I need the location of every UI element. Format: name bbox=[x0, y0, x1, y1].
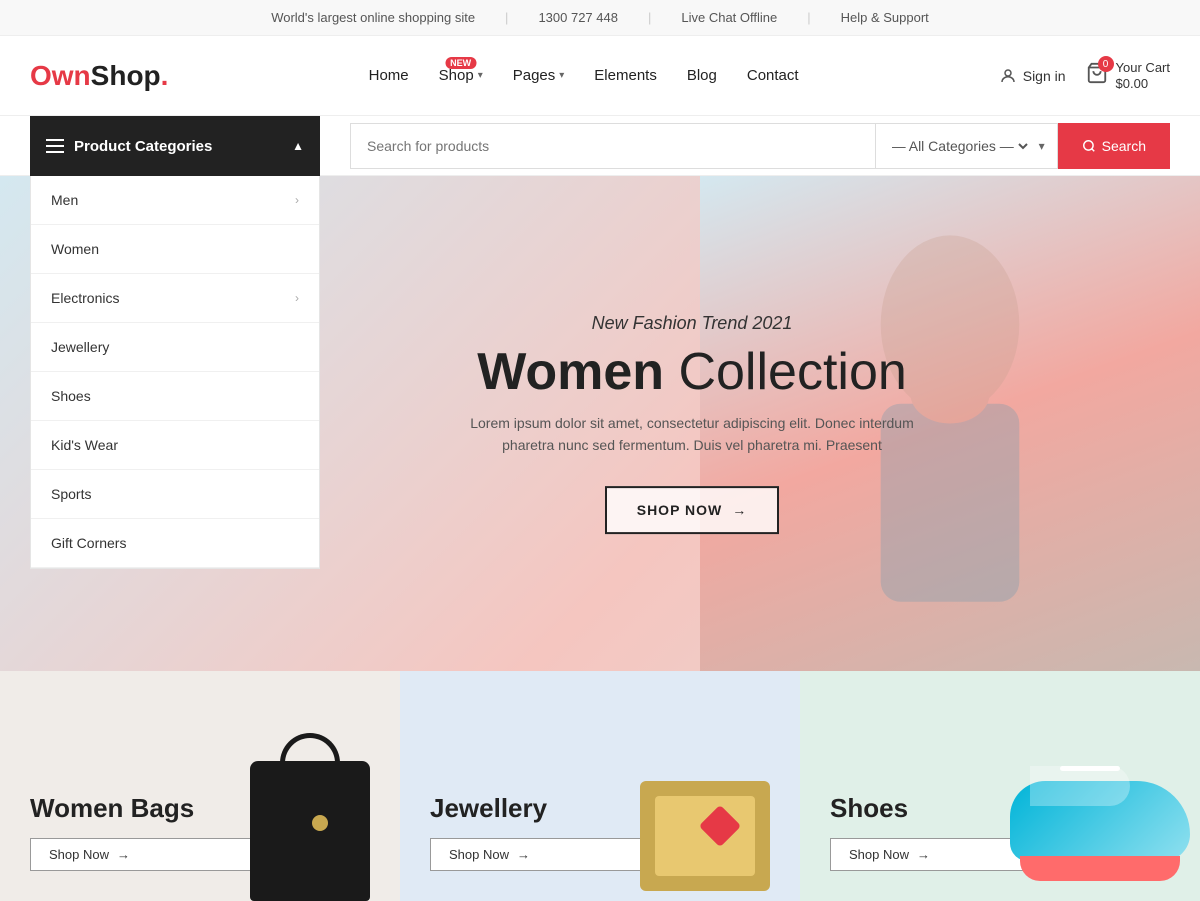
nav-home[interactable]: Home bbox=[369, 67, 409, 84]
sidebar-item-sports[interactable]: Sports bbox=[31, 470, 319, 519]
cart-text: Your Cart $0.00 bbox=[1116, 60, 1170, 91]
hamburger-icon bbox=[46, 139, 64, 153]
feature-cards: Women Bags Shop Now → Jewellery Shop Now… bbox=[0, 671, 1200, 901]
nav-pages[interactable]: Pages ▾ bbox=[513, 67, 565, 84]
cart-button[interactable]: 0 Your Cart $0.00 bbox=[1086, 60, 1170, 91]
top-bar-help: Help & Support bbox=[841, 10, 929, 25]
cart-count-badge: 0 bbox=[1098, 56, 1114, 72]
sidebar-item-label: Kid's Wear bbox=[51, 437, 118, 453]
feature-card-jewellery: Jewellery Shop Now → bbox=[400, 671, 800, 901]
arrow-right-icon: → bbox=[917, 847, 930, 862]
chevron-right-icon: › bbox=[295, 193, 299, 207]
hero-description: Lorem ipsum dolor sit amet, consectetur … bbox=[462, 412, 922, 457]
logo-own: Own bbox=[30, 60, 91, 92]
sidebar-menu: Men › Women Electronics › Jewellery Shoe… bbox=[30, 176, 320, 569]
sidebar-title: Product Categories bbox=[74, 138, 212, 155]
bag-decoration bbox=[240, 721, 380, 901]
category-select[interactable]: — All Categories — bbox=[888, 137, 1031, 155]
cart-label: Your Cart bbox=[1116, 60, 1170, 76]
feature-card-bags-cta: Shop Now bbox=[49, 847, 109, 862]
feature-card-jewellery-cta: Shop Now bbox=[449, 847, 509, 862]
feature-card-bags: Women Bags Shop Now → bbox=[0, 671, 400, 901]
new-badge: NEW bbox=[445, 57, 476, 69]
sidebar-item-label: Men bbox=[51, 192, 78, 208]
shop-chevron-icon: ▾ bbox=[478, 70, 483, 81]
sign-in-label: Sign in bbox=[1023, 68, 1066, 84]
top-bar-phone: 1300 727 448 bbox=[538, 10, 618, 25]
sidebar-item-label: Women bbox=[51, 241, 99, 257]
hero-subtitle: New Fashion Trend 2021 bbox=[462, 313, 922, 334]
category-chevron-icon: ▾ bbox=[1039, 139, 1045, 153]
shoe-decoration bbox=[1010, 731, 1200, 891]
sidebar-item-label: Jewellery bbox=[51, 339, 109, 355]
nav-contact[interactable]: Contact bbox=[747, 67, 799, 84]
sidebar-item-giftcorners[interactable]: Gift Corners bbox=[31, 519, 319, 568]
search-button-label: Search bbox=[1102, 138, 1146, 154]
nav-elements[interactable]: Elements bbox=[594, 67, 657, 84]
sign-in-button[interactable]: Sign in bbox=[999, 67, 1066, 85]
hero-title-normal: Collection bbox=[664, 343, 907, 401]
nav-pages-link[interactable]: Pages bbox=[513, 67, 556, 84]
search-input-wrap bbox=[350, 123, 876, 169]
logo[interactable]: Own Shop . bbox=[30, 60, 168, 92]
feature-card-shoes: Shoes Shop Now → bbox=[800, 671, 1200, 901]
cart-icon-wrap: 0 bbox=[1086, 62, 1108, 89]
header: Own Shop . Home NEW Shop ▾ Pages ▾ Eleme… bbox=[0, 36, 1200, 116]
nav-blog[interactable]: Blog bbox=[687, 67, 717, 84]
arrow-right-icon: → bbox=[517, 847, 530, 862]
top-bar-tagline: World's largest online shopping site bbox=[271, 10, 475, 25]
category-sidebar: Product Categories ▲ Men › Women Electro… bbox=[30, 116, 320, 569]
main-nav: Home NEW Shop ▾ Pages ▾ Elements Blog Co… bbox=[369, 67, 799, 84]
sidebar-item-shoes[interactable]: Shoes bbox=[31, 372, 319, 421]
jewellery-decoration bbox=[640, 741, 790, 891]
nav-shop[interactable]: NEW Shop ▾ bbox=[439, 67, 483, 84]
arrow-right-icon: → bbox=[732, 502, 747, 518]
top-bar: World's largest online shopping site | 1… bbox=[0, 0, 1200, 36]
sidebar-item-kidswear[interactable]: Kid's Wear bbox=[31, 421, 319, 470]
cart-total: $0.00 bbox=[1116, 76, 1170, 92]
sidebar-item-label: Sports bbox=[51, 486, 91, 502]
sidebar-item-electronics[interactable]: Electronics › bbox=[31, 274, 319, 323]
hero-text: New Fashion Trend 2021 Women Collection … bbox=[462, 313, 922, 535]
arrow-right-icon: → bbox=[117, 847, 130, 862]
sidebar-item-women[interactable]: Women bbox=[31, 225, 319, 274]
sidebar-chevron-up-icon: ▲ bbox=[292, 139, 304, 153]
pages-chevron-icon: ▾ bbox=[559, 70, 564, 81]
hero-shop-button[interactable]: SHOP NOW → bbox=[605, 486, 780, 534]
search-icon bbox=[1082, 139, 1096, 153]
sidebar-item-jewellery[interactable]: Jewellery bbox=[31, 323, 319, 372]
hero-title-bold: Women bbox=[477, 343, 664, 401]
category-select-wrap[interactable]: — All Categories — ▾ bbox=[876, 123, 1058, 169]
user-icon bbox=[999, 67, 1017, 85]
search-button[interactable]: Search bbox=[1058, 123, 1170, 169]
feature-card-shoes-cta: Shop Now bbox=[849, 847, 909, 862]
hero-title: Women Collection bbox=[462, 342, 922, 402]
chevron-right-icon: › bbox=[295, 291, 299, 305]
sidebar-item-label: Gift Corners bbox=[51, 535, 126, 551]
sidebar-item-label: Electronics bbox=[51, 290, 119, 306]
sidebar-header-left: Product Categories bbox=[46, 138, 212, 155]
logo-shop: Shop bbox=[91, 60, 161, 92]
sidebar-item-label: Shoes bbox=[51, 388, 91, 404]
search-section: — All Categories — ▾ Search bbox=[350, 116, 1170, 175]
top-bar-chat: Live Chat Offline bbox=[681, 10, 777, 25]
nav-shop-link[interactable]: Shop bbox=[439, 67, 474, 84]
search-area: Product Categories ▲ Men › Women Electro… bbox=[0, 116, 1200, 176]
sidebar-item-men[interactable]: Men › bbox=[31, 176, 319, 225]
logo-dot: . bbox=[161, 60, 169, 92]
hero-shop-button-label: SHOP NOW bbox=[637, 502, 723, 518]
search-input[interactable] bbox=[367, 138, 859, 154]
header-actions: Sign in 0 Your Cart $0.00 bbox=[999, 60, 1170, 91]
sidebar-header[interactable]: Product Categories ▲ bbox=[30, 116, 320, 176]
